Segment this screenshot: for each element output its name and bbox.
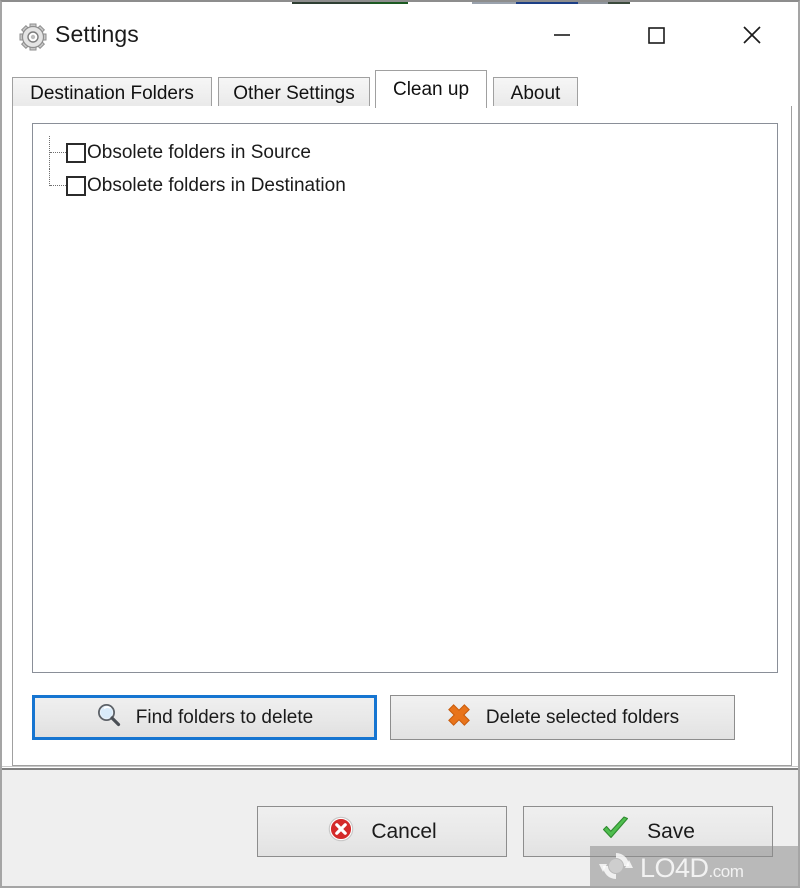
close-button[interactable] [722,6,782,63]
tree-item-obsolete-destination[interactable]: Obsolete folders in Destination [33,169,346,202]
magnifier-icon [96,702,122,734]
tab-other-settings[interactable]: Other Settings [218,77,370,107]
tab-label: Clean up [392,79,470,100]
cancel-button[interactable]: Cancel [257,806,507,857]
tree-connector-icon [33,169,66,202]
tab-destination-folders[interactable]: Destination Folders [12,77,212,107]
tree-connector-icon [33,136,66,169]
tab-label: Destination Folders [30,83,194,104]
tab-clean-up[interactable]: Clean up [375,70,487,108]
save-button[interactable]: Save [523,806,773,857]
red-circle-x-icon [327,815,355,849]
action-button-label: Delete selected folders [485,706,680,728]
dialog-button-label: Save [647,819,695,843]
clean-up-tab-page: Obsolete folders in Source Obsolete fold… [12,106,792,766]
find-folders-to-delete-button[interactable]: Find folders to delete [32,695,377,740]
delete-selected-folders-button[interactable]: Delete selected folders [390,695,735,740]
tree-item-obsolete-source[interactable]: Obsolete folders in Source [33,136,311,169]
gear-icon [18,22,48,52]
action-button-label: Find folders to delete [135,706,314,728]
title-bar: Settings [2,4,798,64]
green-check-icon [601,815,631,849]
obsolete-folders-tree[interactable]: Obsolete folders in Source Obsolete fold… [32,123,778,673]
dialog-button-label: Cancel [371,819,437,843]
maximize-button[interactable] [626,6,686,63]
tab-strip: Destination Folders Other Settings Clean… [12,70,792,108]
tree-item-label: Obsolete folders in Destination [87,174,346,196]
dialog-button-bar: Cancel Save [2,770,798,886]
minimize-button[interactable] [532,6,592,63]
settings-window: Settings Destination Folders Other Setti… [0,0,800,888]
tab-about[interactable]: About [493,77,578,107]
tab-label: About [510,83,561,104]
window-title: Settings [55,21,139,47]
checkbox-obsolete-folders-source[interactable] [66,142,86,163]
tab-label: Other Settings [233,83,355,104]
checkbox-obsolete-folders-destination[interactable] [66,175,86,196]
orange-x-icon [446,702,472,734]
tree-item-label: Obsolete folders in Source [87,141,311,163]
